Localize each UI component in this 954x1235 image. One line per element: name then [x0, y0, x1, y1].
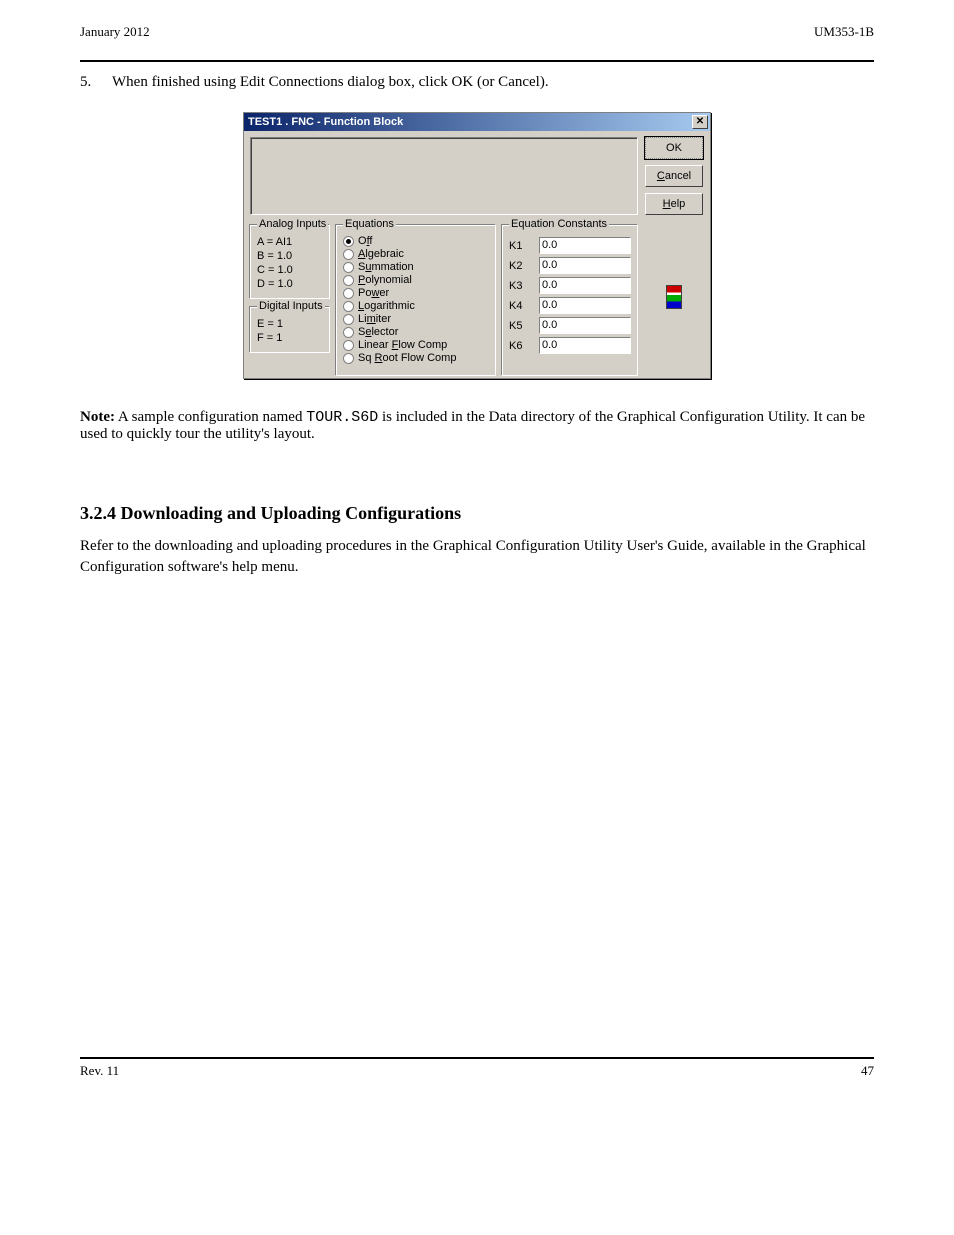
constant-label: K6 — [509, 340, 531, 352]
digital-inputs-group: Digital Inputs E = 1 F = 1 — [250, 307, 330, 353]
radio-icon[interactable] — [343, 301, 354, 312]
header-rule — [80, 60, 874, 62]
note-block: Note: A sample configuration named TOUR.… — [80, 409, 874, 443]
constant-input[interactable]: 0.0 — [539, 277, 631, 294]
constant-label: K1 — [509, 240, 531, 252]
equation-option-1[interactable]: Algebraic — [343, 248, 489, 260]
constant-row-1: K1 0.0 — [509, 237, 631, 254]
equation-label: Algebraic — [358, 248, 404, 260]
constant-label: K5 — [509, 320, 531, 332]
analog-input-b: B = 1.0 — [257, 250, 323, 262]
note-filename: TOUR.S6D — [306, 409, 378, 426]
constant-row-5: K5 0.0 — [509, 317, 631, 334]
constant-row-6: K6 0.0 — [509, 337, 631, 354]
equations-group: Equations OffAlgebraicSummationPolynomia… — [336, 225, 496, 376]
constant-input[interactable]: 0.0 — [539, 317, 631, 334]
analog-input-d: D = 1.0 — [257, 278, 323, 290]
equation-label: Limiter — [358, 313, 391, 325]
cancel-label: Cancel — [657, 170, 691, 182]
equation-option-6[interactable]: Limiter — [343, 313, 489, 325]
equation-option-9[interactable]: Sq Root Flow Comp — [343, 352, 489, 364]
analog-input-c: C = 1.0 — [257, 264, 323, 276]
digital-input-e: E = 1 — [257, 318, 323, 330]
ok-label: OK — [666, 142, 682, 154]
radio-icon[interactable] — [343, 327, 354, 338]
note-body: A sample configuration named — [118, 409, 306, 425]
step-5: 5. When finished using Edit Connections … — [80, 72, 874, 92]
cancel-button[interactable]: Cancel — [645, 165, 703, 187]
equation-option-3[interactable]: Polynomial — [343, 274, 489, 286]
radio-icon[interactable] — [343, 236, 354, 247]
analog-inputs-group: Analog Inputs A = AI1 B = 1.0 C = 1.0 D … — [250, 225, 330, 299]
constant-input[interactable]: 0.0 — [539, 337, 631, 354]
function-block-dialog: TEST1 . FNC - Function Block ✕ Analog In… — [243, 112, 711, 379]
header-right: UM353-1B — [814, 24, 874, 40]
note-label: Note: — [80, 409, 115, 425]
footer-rule — [80, 1057, 874, 1059]
equation-option-8[interactable]: Linear Flow Comp — [343, 339, 489, 351]
constant-label: K2 — [509, 260, 531, 272]
constant-row-4: K4 0.0 — [509, 297, 631, 314]
equation-label: Selector — [358, 326, 398, 338]
radio-icon[interactable] — [343, 288, 354, 299]
constant-input[interactable]: 0.0 — [539, 237, 631, 254]
section-para1: Refer to the downloading and uploading p… — [80, 536, 874, 577]
close-icon[interactable]: ✕ — [692, 115, 708, 129]
equation-label: Power — [358, 287, 389, 299]
constants-group: Equation Constants K10.0K20.0K30.0K40.0K… — [502, 225, 638, 376]
footer-right: 47 — [861, 1063, 874, 1079]
radio-icon[interactable] — [343, 262, 354, 273]
radio-icon[interactable] — [343, 340, 354, 351]
equation-option-5[interactable]: Logarithmic — [343, 300, 489, 312]
dialog-title: TEST1 . FNC - Function Block — [248, 116, 403, 128]
equation-option-2[interactable]: Summation — [343, 261, 489, 273]
digital-input-f: F = 1 — [257, 332, 323, 344]
dialog-titlebar[interactable]: TEST1 . FNC - Function Block ✕ — [244, 113, 710, 131]
digital-inputs-legend: Digital Inputs — [257, 300, 325, 312]
section-title: 3.2.4 Downloading and Uploading Configur… — [80, 503, 874, 524]
constants-legend: Equation Constants — [509, 218, 609, 230]
equation-label: Summation — [358, 261, 414, 273]
radio-icon[interactable] — [343, 314, 354, 325]
equation-label: Polynomial — [358, 274, 412, 286]
constant-input[interactable]: 0.0 — [539, 257, 631, 274]
equation-label: Linear Flow Comp — [358, 339, 447, 351]
radio-icon[interactable] — [343, 275, 354, 286]
step-number: 5. — [80, 72, 112, 92]
equation-label: Logarithmic — [358, 300, 415, 312]
equation-label: Off — [358, 235, 372, 247]
color-tool-icon[interactable] — [666, 285, 682, 309]
help-label: Help — [663, 198, 686, 210]
analog-input-a: A = AI1 — [257, 236, 323, 248]
constant-label: K4 — [509, 300, 531, 312]
equation-option-7[interactable]: Selector — [343, 326, 489, 338]
constant-row-3: K3 0.0 — [509, 277, 631, 294]
ok-button[interactable]: OK — [645, 137, 703, 159]
footer-left: Rev. 11 — [80, 1063, 119, 1079]
equation-option-4[interactable]: Power — [343, 287, 489, 299]
preview-area — [250, 137, 638, 215]
help-button[interactable]: Help — [645, 193, 703, 215]
header-left: January 2012 — [80, 24, 150, 40]
constant-input[interactable]: 0.0 — [539, 297, 631, 314]
constant-row-2: K2 0.0 — [509, 257, 631, 274]
equation-label: Sq Root Flow Comp — [358, 352, 456, 364]
analog-inputs-legend: Analog Inputs — [257, 218, 328, 230]
step-text: When finished using Edit Connections dia… — [112, 72, 549, 92]
radio-icon[interactable] — [343, 249, 354, 260]
equations-legend: Equations — [343, 218, 396, 230]
constant-label: K3 — [509, 280, 531, 292]
radio-icon[interactable] — [343, 353, 354, 364]
equation-option-0[interactable]: Off — [343, 235, 489, 247]
